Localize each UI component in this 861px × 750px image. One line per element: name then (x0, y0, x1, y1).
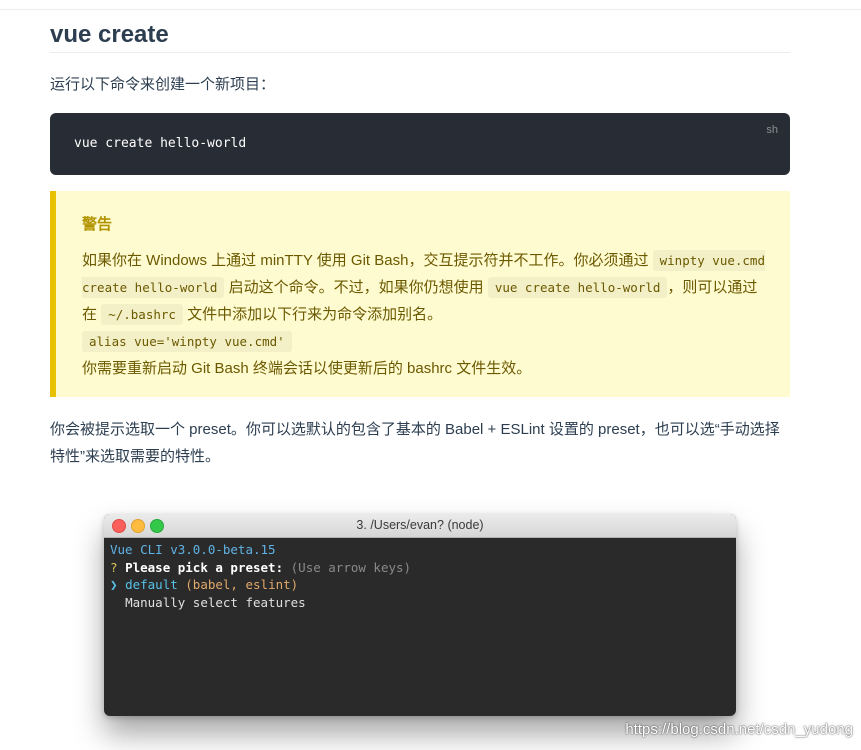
option-default-name: default (125, 577, 178, 592)
top-divider (0, 9, 861, 10)
question-mark-icon: ? (110, 559, 118, 575)
inline-code-alias: alias vue='winpty vue.cmd' (82, 331, 292, 352)
preset-question: Please pick a preset: (125, 559, 284, 575)
terminal-screenshot: 3. /Users/evan? (node) Vue CLI v3.0.0-be… (104, 514, 736, 716)
warning-text-2: 启动这个命令。不过，如果你仍想使用 (228, 279, 484, 296)
warning-text-4: 文件中添加以下行来为命令添加别名。 (187, 306, 443, 323)
preset-hint: (Use arrow keys) (290, 559, 412, 575)
option-default-args: (babel, eslint) (185, 577, 299, 592)
warning-title: 警告 (82, 216, 113, 233)
terminal-version-line: Vue CLI v3.0.0-beta.15 (110, 542, 276, 557)
inline-code-bashrc: ~/.bashrc (101, 304, 183, 325)
terminal-output: Vue CLI v3.0.0-beta.15 ? Please pick a p… (104, 538, 736, 614)
code-text[interactable]: vue create hello-world (74, 136, 246, 151)
code-lang-label: sh (766, 124, 778, 136)
terminal-titlebar: 3. /Users/evan? (node) (104, 514, 736, 538)
pointer-icon: ❯ (110, 577, 118, 592)
inline-code-vue-create: vue create hello-world (487, 277, 668, 298)
warning-text-1: 如果你在 Windows 上通过 minTTY 使用 Git Bash，交互提示… (82, 252, 649, 269)
option-manual: Manually select features (125, 594, 306, 610)
intro-paragraph: 运行以下命令来创建一个新项目： (50, 76, 276, 93)
warning-box: 警告 如果你在 Windows 上通过 minTTY 使用 Git Bash，交… (50, 191, 790, 397)
warning-body: 如果你在 Windows 上通过 minTTY 使用 Git Bash，交互提示… (82, 247, 772, 382)
section-heading: vue create (50, 20, 790, 53)
watermark: https://blog.csdn.net/csdn_yudong (625, 721, 853, 738)
code-block[interactable]: vue create hello-world sh (50, 113, 790, 175)
warning-text-5: 你需要重新启动 Git Bash 终端会话以使更新后的 bashrc 文件生效。 (82, 360, 532, 377)
preset-paragraph: 你会被提示选取一个 preset。你可以选默认的包含了基本的 Babel + E… (50, 421, 780, 465)
terminal-title: 3. /Users/evan? (node) (356, 518, 484, 532)
